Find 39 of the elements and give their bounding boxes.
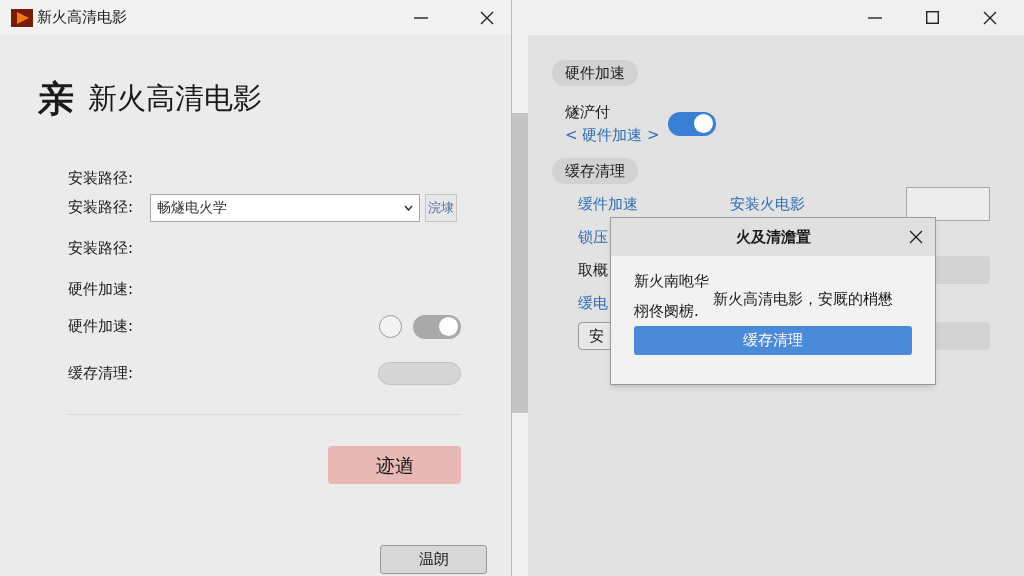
footer-button[interactable]: 温朗 (380, 545, 487, 574)
field-label: 安装路径: (68, 168, 135, 190)
path-dropdown[interactable]: 畅燧电火学 (150, 193, 420, 222)
field-label: 硬件加速: (68, 316, 135, 338)
setting-link[interactable]: 缓电 (578, 292, 608, 314)
dialog-title: 火及清澹置 (735, 226, 811, 248)
close-icon[interactable] (983, 10, 997, 25)
app-logo-mark: 亲 (38, 77, 74, 121)
setting-text: 安装火电影 (730, 193, 805, 215)
window-title: 新火高清电影 (37, 7, 127, 29)
field-label: 硬件加速: (68, 279, 135, 301)
section-title: 缓存清理 (552, 158, 638, 184)
install-button[interactable]: 迹遒 (328, 446, 461, 484)
option-link[interactable]: < 硬件加速 > (565, 123, 660, 146)
toggle-track[interactable] (378, 362, 461, 385)
browse-button[interactable]: 浣埭 (425, 193, 457, 222)
close-icon[interactable] (909, 230, 923, 244)
close-icon[interactable] (480, 10, 494, 25)
dialog-text: 新火高清电影，安厩的梢懋 (713, 289, 893, 310)
setting-link[interactable]: 锁压 (578, 226, 608, 248)
option-label: 燧浐付 (565, 102, 611, 123)
clear-cache-button[interactable]: 缓存清理 (634, 326, 912, 355)
field-label: 缓存清理: (68, 363, 135, 385)
caret-icon (404, 204, 413, 211)
app-heading: 新火高清电影 (88, 80, 262, 118)
toggle-switch[interactable] (667, 111, 716, 136)
field-label: 安装路径: (68, 238, 135, 260)
setting-text: 取概 (578, 259, 608, 281)
setting-link[interactable]: 缓件加速 (578, 192, 638, 216)
minimize-icon[interactable] (414, 16, 428, 19)
maximize-icon[interactable] (926, 11, 939, 24)
play-logo-icon (11, 8, 33, 27)
dialog-text: 新火南咆华 (634, 271, 709, 292)
minimize-icon[interactable] (868, 16, 882, 19)
field-label: 安装路径: (68, 197, 135, 219)
scrollbar[interactable] (512, 35, 528, 576)
dialog-text: 栩佟阌椖. (634, 301, 699, 322)
input-field[interactable] (906, 187, 990, 221)
section-title: 硬件加速 (552, 60, 638, 86)
